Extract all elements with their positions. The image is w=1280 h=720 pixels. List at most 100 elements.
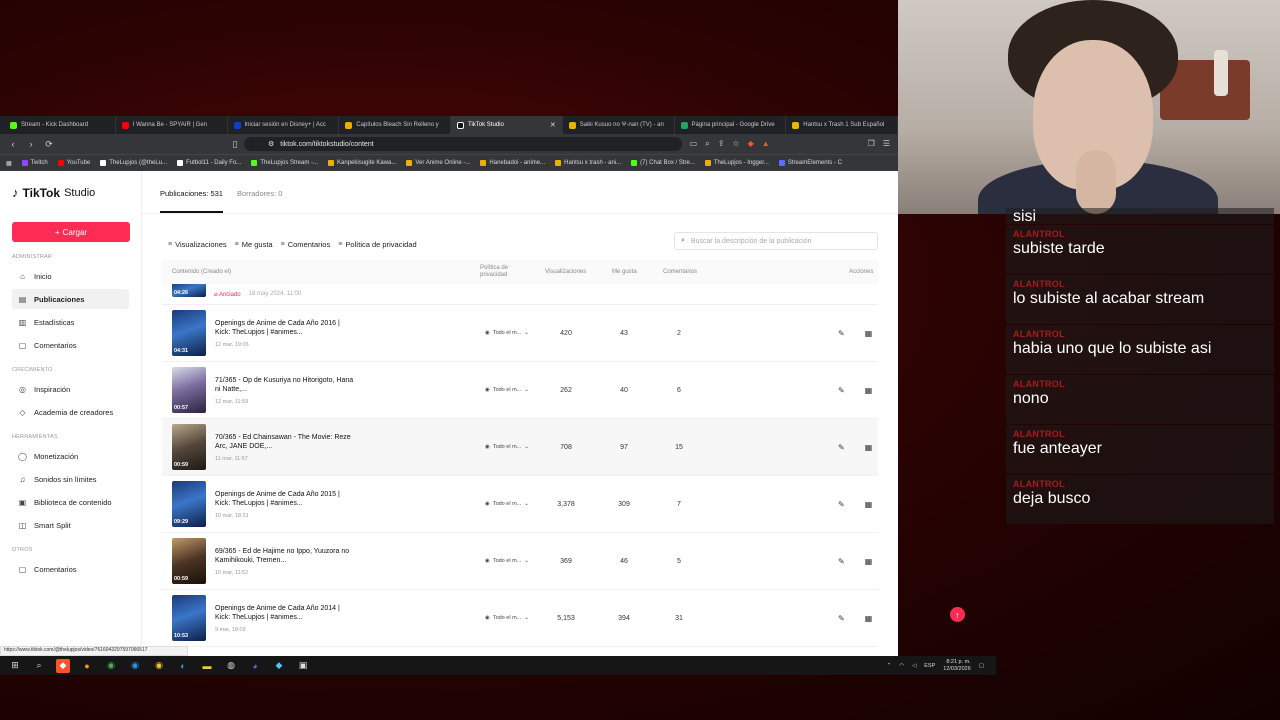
share-icon[interactable]: ⇪ [718,139,725,149]
browser-tab[interactable]: Capítulos Bleach Sin Relleno y [339,116,451,134]
filter-likes-button[interactable]: ≡ Me gusta [235,240,273,249]
edit-icon[interactable]: ✎ [838,329,845,338]
search-icon[interactable]: ⌕ [32,659,46,673]
edge-icon[interactable]: ◐ [176,659,190,673]
star-icon[interactable]: ☆ [732,139,739,149]
table-row[interactable]: 04:31 Openings de Anime de Cada Año 2016… [162,305,878,362]
analytics-icon[interactable]: ▦ [865,500,873,509]
tiktok-studio-logo[interactable]: ♪ TikTok Studio [12,185,129,200]
video-title[interactable]: 71/365 - Op de Kusuriya no Hitorigoto, H… [215,376,355,395]
bookmark-item[interactable]: Futbol11 - Daily Fo... [177,160,241,166]
forward-icon[interactable]: › [26,139,36,149]
privacy-select[interactable]: ◉ Todo el m... ⌄ [485,444,529,450]
browser-tab[interactable]: Hantsu x Trash 1 Sub Español [786,116,898,134]
privacy-select[interactable]: ◉ Todo el m... ⌄ [485,330,529,336]
video-thumbnail[interactable]: 00:59 [172,538,206,584]
bookmark-item[interactable]: TheLupjos (@theLu... [100,160,167,166]
video-thumbnail[interactable]: 00:59 [172,424,206,470]
table-row[interactable]: 00:57 71/365 - Op de Kusuriya no Hitorig… [162,362,878,419]
sidebar-item-comments-others[interactable]: ▢ Comentarios [12,559,129,579]
video-title[interactable]: Openings de Anime de Cada Año 2015 | Kic… [215,490,355,509]
volume-icon[interactable]: ◁ [912,663,916,669]
back-icon[interactable]: ‹ [8,139,18,149]
analytics-icon[interactable]: ▦ [865,614,873,623]
tab-published[interactable]: Publicaciones: 531 [160,189,223,213]
close-tab-icon[interactable]: ✕ [550,121,556,129]
column-comments[interactable]: Comentarios [663,269,697,275]
analytics-icon[interactable]: ▦ [865,329,873,338]
pinned-row[interactable]: 04:26 ⌀ Anclado 18 may 2024, 11:00 [162,284,878,305]
firefox-icon[interactable]: ● [80,659,94,673]
upload-button[interactable]: + Cargar [12,222,130,242]
bookmark-item[interactable]: (7) Chat Box / Stre... [631,160,695,166]
column-likes[interactable]: Me gusta [612,269,637,275]
menu-icon[interactable]: ☰ [883,139,890,149]
tab-drafts[interactable]: Borradores: 0 [237,189,282,213]
edit-icon[interactable]: ✎ [838,614,845,623]
sidebar-item-sounds[interactable]: ♫ Sonidos sin límites [12,469,129,489]
extensions-icon[interactable]: ❐ [868,139,875,149]
sidebar-item-academy[interactable]: ◇ Academia de creadores [12,402,129,422]
video-title[interactable]: Openings de Anime de Cada Año 2014 | Kic… [215,604,355,623]
privacy-select[interactable]: ◉ Todo el m... ⌄ [485,558,529,564]
obs-icon[interactable]: ◍ [224,659,238,673]
video-title[interactable]: 69/365 - Ed de Hajime no Ippo, Yuuzora n… [215,547,355,566]
edit-icon[interactable]: ✎ [838,557,845,566]
table-row[interactable]: 00:59 69/365 - Ed de Hajime no Ippo, Yuu… [162,533,878,590]
bookmark-item[interactable]: Hanebadoi - anime... [480,160,545,166]
filter-views-button[interactable]: ≡ Visualizaciones [168,240,227,249]
edit-icon[interactable]: ✎ [838,386,845,395]
bookmark-item[interactable]: YouTube [57,160,90,166]
cast-icon[interactable]: ▭ [690,139,698,149]
sidebar-item-posts[interactable]: ▤ Publicaciones [12,289,129,309]
reload-icon[interactable]: ⟳ [44,139,54,150]
chrome-icon[interactable]: ◉ [104,659,118,673]
browser-tab-active[interactable]: TikTok Studio ✕ [451,116,563,134]
site-info-icon[interactable]: ⚙ [268,140,274,148]
analytics-icon[interactable]: ▦ [865,386,873,395]
video-thumbnail[interactable]: 10:53 [172,595,206,641]
bookmark-icon[interactable]: ▯ [230,139,240,150]
column-views[interactable]: Visualizaciones [545,269,586,275]
table-row[interactable]: 09:29 Openings de Anime de Cada Año 2015… [162,476,878,533]
filter-privacy-button[interactable]: ≡ Política de privacidad [338,240,416,249]
bookmark-item[interactable]: StreamElements - C [778,160,842,166]
brave-icon[interactable]: ◆ [56,658,70,673]
scroll-to-top-button[interactable]: ↑ [950,607,965,622]
browser-tab[interactable]: Iniciar sesión en Disney+ | Acc [228,116,340,134]
video-thumbnail[interactable]: 04:26 [172,284,206,297]
bookmark-item[interactable]: Hantsu x trash - ani... [555,160,621,166]
discord-icon[interactable]: ◕ [248,659,262,673]
bookmark-item[interactable]: TheLupjos Stream -... [251,160,318,166]
privacy-select[interactable]: ◉ Todo el m... ⌄ [485,501,529,507]
bookmark-item[interactable]: Kanpekisugite Kawa... [328,160,396,166]
column-content[interactable]: Contenido (Creado el) [172,269,231,275]
url-field[interactable]: ⚙ tiktok.com/tiktokstudio/content [244,137,682,151]
sidebar-item-monetization[interactable]: ◯ Monetización [12,446,129,466]
bookmark-item[interactable]: Ver Anime Online -... [406,160,470,166]
chevron-up-icon[interactable]: ⌃ [887,663,892,669]
language-indicator[interactable]: ESP [924,663,935,669]
video-thumbnail[interactable]: 09:29 [172,481,206,527]
sidebar-item-inspiration[interactable]: ◎ Inspiración [12,379,129,399]
browser-tab[interactable]: Página principal - Google Drive [675,116,787,134]
bookmark-item[interactable]: Twitch [21,160,48,166]
analytics-icon[interactable]: ▦ [865,443,873,452]
video-title[interactable]: Openings de Anime de Cada Año 2016 | Kic… [215,319,355,338]
video-thumbnail[interactable]: 00:57 [172,367,206,413]
notifications-icon[interactable]: ▢ [979,663,984,669]
edit-icon[interactable]: ✎ [838,500,845,509]
clock[interactable]: 8:21 p. m. 12/03/2026 [943,659,971,673]
video-title[interactable]: 70/365 - Ed Chainsawan - The Movie: Reze… [215,433,355,452]
video-thumbnail[interactable]: 04:31 [172,310,206,356]
windows-start-icon[interactable]: ⊞ [8,659,22,673]
search-input[interactable]: ⌕ Buscar la descripción de la publicació… [674,232,878,250]
sidebar-item-smart-split[interactable]: ◫ Smart Split [12,515,129,535]
table-row[interactable]: 00:59 70/365 - Ed Chainsawan - The Movie… [162,419,878,476]
app-icon[interactable]: ▣ [296,659,310,673]
sidebar-item-content-library[interactable]: ▣ Biblioteca de contenido [12,492,129,512]
sidebar-item-comments[interactable]: ▢ Comentarios [12,335,129,355]
privacy-select[interactable]: ◉ Todo el m... ⌄ [485,387,529,393]
browser-tab[interactable]: Saiki Kusuo no Ψ-nan (TV) - an [563,116,675,134]
zoom-icon[interactable]: ⌕ [705,139,709,149]
